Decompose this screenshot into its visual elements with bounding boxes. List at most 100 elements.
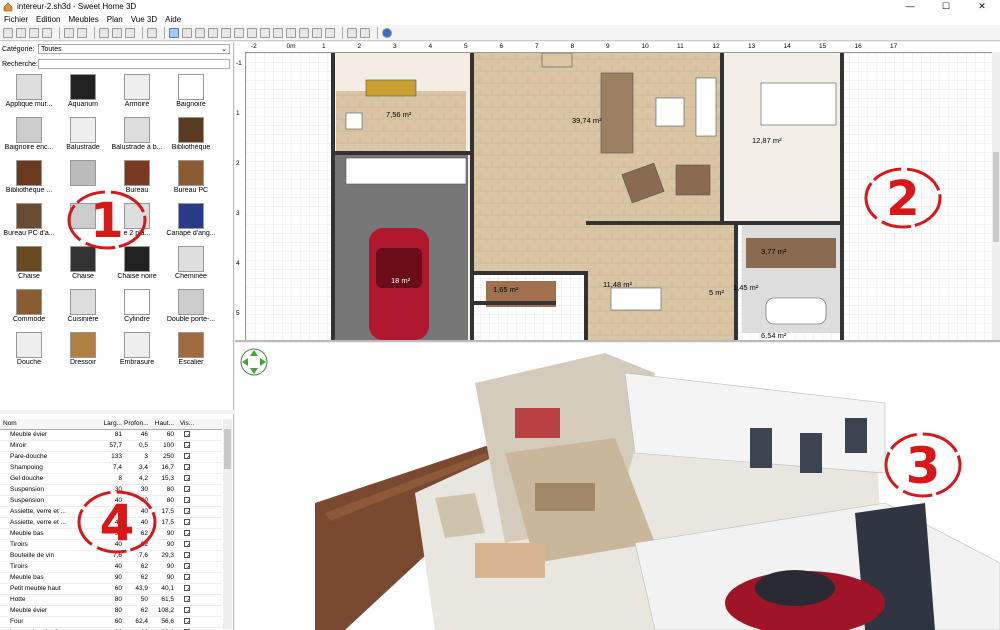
- close-button[interactable]: ✕: [964, 0, 1000, 13]
- table-row[interactable]: Four 60 62,4 56,6 ✓: [0, 617, 222, 628]
- scroll-thumb[interactable]: [993, 152, 999, 242]
- photo-camera-icon[interactable]: [347, 27, 357, 38]
- catalog-item[interactable]: Balustrade à b...: [110, 115, 164, 158]
- new-file-icon[interactable]: [3, 27, 13, 38]
- visible-checkbox[interactable]: ✓: [184, 431, 190, 437]
- cut-icon[interactable]: [42, 27, 52, 38]
- visible-checkbox[interactable]: ✓: [184, 442, 190, 448]
- add-text-icon[interactable]: [247, 27, 257, 38]
- catalog-item[interactable]: Douche: [2, 330, 56, 373]
- video-icon[interactable]: [360, 27, 370, 38]
- redo-icon[interactable]: [77, 27, 87, 38]
- save-icon[interactable]: [29, 27, 39, 38]
- catalog-item[interactable]: Bibliothèque ...: [2, 158, 56, 201]
- table-row[interactable]: Shampoing 7,4 3,4 16,7 ✓: [0, 463, 222, 474]
- visible-checkbox[interactable]: ✓: [184, 453, 190, 459]
- catalog-item[interactable]: Escalier: [164, 330, 218, 373]
- menu-fichier[interactable]: Fichier: [0, 15, 32, 24]
- catalog-item[interactable]: Baignoire: [164, 72, 218, 115]
- table-row[interactable]: Meuble évier 81 46 60 ✓: [0, 430, 222, 441]
- text-bold-icon[interactable]: [286, 27, 296, 38]
- col-visible[interactable]: Vis...: [176, 419, 198, 429]
- pan-hand-icon[interactable]: [182, 27, 192, 38]
- menu-vue3d[interactable]: Vue 3D: [127, 15, 161, 24]
- table-row[interactable]: Hotte 80 50 61,5 ✓: [0, 595, 222, 606]
- open-file-icon[interactable]: [16, 27, 26, 38]
- menu-meubles[interactable]: Meubles: [64, 15, 102, 24]
- scroll-thumb[interactable]: [224, 429, 231, 469]
- visible-checkbox[interactable]: ✓: [184, 464, 190, 470]
- catalog-item[interactable]: Armoire: [110, 72, 164, 115]
- zoom-out-icon[interactable]: [325, 27, 335, 38]
- catalog-item[interactable]: Cylindre: [110, 287, 164, 330]
- zoom-in-icon[interactable]: [312, 27, 322, 38]
- plan-scrollbar[interactable]: [992, 52, 1000, 340]
- table-row[interactable]: Tiroirs 40 62 90 ✓: [0, 562, 222, 573]
- navigation-arrows-icon[interactable]: [239, 347, 269, 377]
- visible-checkbox[interactable]: ✓: [184, 475, 190, 481]
- table-cell: Meuble évier: [10, 431, 48, 438]
- col-height[interactable]: Haut...: [150, 419, 176, 429]
- create-walls-icon[interactable]: [195, 27, 205, 38]
- catalog-item[interactable]: Balustrade: [56, 115, 110, 158]
- visible-checkbox[interactable]: ✓: [184, 563, 190, 569]
- table-row[interactable]: Meuble bas 90 62 90 ✓: [0, 573, 222, 584]
- visible-checkbox[interactable]: ✓: [184, 508, 190, 514]
- help-icon[interactable]: [382, 27, 392, 38]
- table-row[interactable]: Gel douche 8 4,2 15,3 ✓: [0, 474, 222, 485]
- undo-icon[interactable]: [64, 27, 74, 38]
- table-row[interactable]: Miroir 57,7 0,5 100 ✓: [0, 441, 222, 452]
- visible-checkbox[interactable]: ✓: [184, 497, 190, 503]
- select-arrow-icon[interactable]: [169, 27, 179, 38]
- menu-edition[interactable]: Edition: [32, 15, 64, 24]
- paste-icon[interactable]: [125, 27, 135, 38]
- visible-checkbox[interactable]: ✓: [184, 519, 190, 525]
- scissors-icon[interactable]: [99, 27, 109, 38]
- visible-checkbox[interactable]: ✓: [184, 585, 190, 591]
- catalog-item[interactable]: Embrasure: [110, 330, 164, 373]
- category-select[interactable]: Toutes ⌄: [38, 44, 230, 54]
- catalog-item[interactable]: Double porte-...: [164, 287, 218, 330]
- menu-aide[interactable]: Aide: [161, 15, 185, 24]
- catalog-item[interactable]: Commode: [2, 287, 56, 330]
- text-size-icon[interactable]: [273, 27, 283, 38]
- catalog-item[interactable]: Bibliothèque: [164, 115, 218, 158]
- table-row[interactable]: Meuble évier 80 62 108,2 ✓: [0, 606, 222, 617]
- catalog-item[interactable]: Canapé d'ang...: [164, 201, 218, 244]
- create-rooms-icon[interactable]: [208, 27, 218, 38]
- menu-plan[interactable]: Plan: [103, 15, 127, 24]
- visible-checkbox[interactable]: ✓: [184, 596, 190, 602]
- table-scrollbar[interactable]: [223, 419, 232, 629]
- visible-checkbox[interactable]: ✓: [184, 530, 190, 536]
- catalog-item[interactable]: Cuisinière: [56, 287, 110, 330]
- text-italic-icon[interactable]: [299, 27, 309, 38]
- maximize-button[interactable]: ☐: [928, 0, 964, 13]
- visible-checkbox[interactable]: ✓: [184, 574, 190, 580]
- catalog-item[interactable]: Cheminée: [164, 244, 218, 287]
- catalog-item[interactable]: Bureau PC d'a...: [2, 201, 56, 244]
- table-row[interactable]: Pare-douche 133 3 250 ✓: [0, 452, 222, 463]
- catalog-item[interactable]: Baignoire enc...: [2, 115, 56, 158]
- visible-checkbox[interactable]: ✓: [184, 607, 190, 613]
- copy-icon[interactable]: [112, 27, 122, 38]
- visible-checkbox[interactable]: ✓: [184, 486, 190, 492]
- catalog-item[interactable]: Dressoir: [56, 330, 110, 373]
- text-style-icon[interactable]: [260, 27, 270, 38]
- catalog-item[interactable]: Aquarium: [56, 72, 110, 115]
- visible-checkbox[interactable]: ✓: [184, 552, 190, 558]
- search-input[interactable]: [38, 59, 230, 69]
- catalog-item[interactable]: Bureau PC: [164, 158, 218, 201]
- add-furniture-icon[interactable]: [147, 27, 157, 38]
- catalog-item[interactable]: Applique mur...: [2, 72, 56, 115]
- minimize-button[interactable]: —: [892, 0, 928, 13]
- catalog-item[interactable]: Chaise: [2, 244, 56, 287]
- visible-checkbox[interactable]: ✓: [184, 541, 190, 547]
- create-polylines-icon[interactable]: [221, 27, 231, 38]
- col-depth[interactable]: Profon...: [124, 419, 150, 429]
- create-dimensions-icon[interactable]: [234, 27, 244, 38]
- table-row[interactable]: Petit meuble haut 60 43,9 40,1 ✓: [0, 584, 222, 595]
- ruler-tick-label: 2: [357, 43, 362, 50]
- col-name[interactable]: Nom: [0, 419, 98, 429]
- col-width[interactable]: Larg...: [98, 419, 124, 429]
- visible-checkbox[interactable]: ✓: [184, 618, 190, 624]
